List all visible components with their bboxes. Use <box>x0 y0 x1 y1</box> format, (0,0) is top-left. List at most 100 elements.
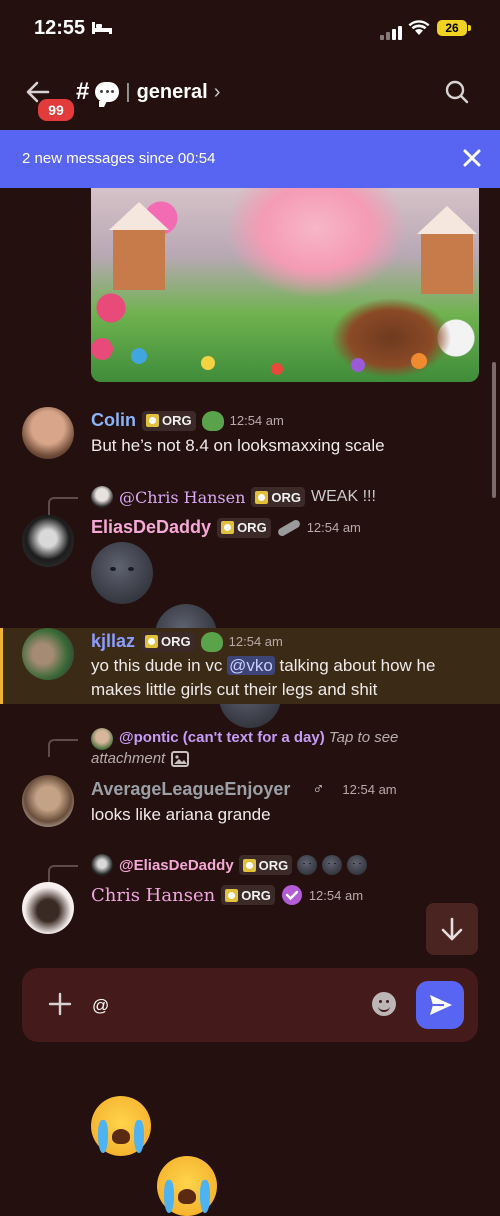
gingerbread-roof-left <box>109 202 169 230</box>
frog-emoji-icon <box>201 410 224 431</box>
loudly-crying-emoji <box>91 1096 151 1156</box>
plus-icon[interactable] <box>48 992 72 1016</box>
new-messages-text: 2 new messages since 00:54 <box>22 150 216 167</box>
avatar[interactable] <box>22 882 74 934</box>
reply-hint-line2[interactable]: attachment <box>91 750 190 767</box>
unread-count-badge: 99 <box>36 97 76 123</box>
org-tag-label: ORG <box>161 634 191 649</box>
status-time: 12:55 <box>34 17 86 39</box>
channel-title[interactable]: # | general › <box>76 78 221 107</box>
message-text-line2: makes little girls cut their legs and sh… <box>91 680 378 699</box>
sleep-mode-icon <box>92 22 112 34</box>
new-moon-face-emoji <box>322 855 343 875</box>
crown-icon <box>146 414 159 427</box>
reply-username: @pontic (can't text for a day) <box>119 729 325 746</box>
timestamp: 12:54 am <box>229 413 284 428</box>
org-tag-label: ORG <box>271 489 302 505</box>
reply-hint-text: attachment <box>91 750 166 767</box>
org-tag: ORG <box>142 410 196 431</box>
scrollbar-thumb[interactable] <box>492 362 496 498</box>
channel-separator: | <box>125 80 131 103</box>
username[interactable]: AverageLeagueEnjoyer <box>91 779 290 800</box>
crown-icon <box>225 888 239 902</box>
frog-emoji-icon <box>200 631 223 652</box>
male-sign-icon: ♂ <box>312 780 325 798</box>
avatar[interactable] <box>22 775 74 827</box>
message-header: EliasDeDaddy ORG 12:54 am <box>91 517 361 538</box>
crown-icon <box>221 521 235 534</box>
image-attachment[interactable] <box>91 188 479 382</box>
org-tag-label: ORG <box>258 857 289 873</box>
timestamp: 12:54 am <box>342 782 397 797</box>
reply-avatar <box>91 486 113 508</box>
avatar[interactable] <box>22 515 74 567</box>
mention-highlight-bar <box>0 628 3 704</box>
verified-badge-icon <box>281 885 302 905</box>
reply-avatar <box>91 728 113 750</box>
new-moon-face-emoji <box>347 855 368 875</box>
reply-connector <box>48 865 78 883</box>
candy <box>351 358 365 372</box>
org-tag: ORG <box>238 855 293 875</box>
message-text: yo this dude in vc @vko talking about ho… <box>91 654 435 678</box>
loudly-crying-emoji <box>157 1156 217 1216</box>
candy <box>91 338 113 360</box>
crown-icon <box>242 858 256 872</box>
channel-hash-icon: # <box>76 78 90 105</box>
new-moon-face-emoji <box>297 855 318 875</box>
message-header: Colin ORG 12:54 am <box>91 410 284 431</box>
send-button[interactable] <box>416 981 464 1029</box>
candy <box>271 363 283 375</box>
reply-hint: Tap to see <box>328 729 399 746</box>
message-header: kjllaz ORG 12:54 am <box>91 631 283 652</box>
gingerbread-house-left <box>113 230 165 290</box>
timestamp: 12:54 am <box>306 520 361 535</box>
reply-username: @Chris Hansen <box>119 487 246 507</box>
send-icon <box>430 995 452 1015</box>
org-tag: ORG <box>221 885 275 905</box>
pill-emoji-icon <box>276 518 302 537</box>
reply-connector <box>48 497 78 515</box>
chevron-right-icon: › <box>213 80 221 103</box>
username[interactable]: Chris Hansen <box>91 885 215 906</box>
username[interactable]: EliasDeDaddy <box>91 517 211 538</box>
avatar[interactable] <box>22 628 74 680</box>
cellular-signal-icon <box>380 22 404 40</box>
arrow-down-icon <box>441 917 463 941</box>
org-tag: ORG <box>217 517 271 538</box>
wifi-icon <box>408 20 430 35</box>
gingerbread-roof-right <box>417 206 477 234</box>
emoji-icon[interactable] <box>372 992 396 1016</box>
image-icon <box>171 750 190 767</box>
jump-to-latest-button[interactable] <box>426 903 478 955</box>
timestamp: 12:54 am <box>308 887 364 903</box>
message-text-part: talking about how he <box>274 656 436 675</box>
candy <box>411 353 427 369</box>
username[interactable]: Colin <box>91 410 136 431</box>
reply-preview[interactable]: @EliasDeDaddy ORG <box>119 855 368 875</box>
crown-icon <box>145 635 159 648</box>
gingerbread-house-right <box>421 234 473 294</box>
speech-bubble-icon <box>95 82 120 107</box>
search-icon[interactable] <box>444 79 470 105</box>
avatar[interactable] <box>22 407 74 459</box>
crown-icon <box>255 490 269 504</box>
org-tag: ORG <box>251 487 306 507</box>
candy <box>131 348 147 364</box>
org-tag-label: ORG <box>237 520 267 535</box>
message-text: looks like ariana grande <box>91 805 271 824</box>
user-mention[interactable]: @vko <box>227 656 275 675</box>
message-text-part: yo this dude in vc <box>91 656 228 675</box>
reply-avatar <box>91 854 113 876</box>
message-input[interactable]: @ <box>92 996 109 1016</box>
close-icon[interactable] <box>460 146 484 170</box>
candy <box>201 356 215 370</box>
channel-name: general <box>136 80 208 103</box>
reply-preview[interactable]: @Chris Hansen ORG WEAK !!! <box>119 487 376 507</box>
reply-preview[interactable]: @pontic (can't text for a day) Tap to se… <box>119 729 398 746</box>
org-tag-label: ORG <box>241 887 271 903</box>
message-text: But he’s not 8.4 on looksmaxxing scale <box>91 436 385 455</box>
timestamp: 12:54 am <box>228 634 283 649</box>
message-composer <box>22 968 478 1042</box>
username[interactable]: kjllaz <box>91 631 135 652</box>
